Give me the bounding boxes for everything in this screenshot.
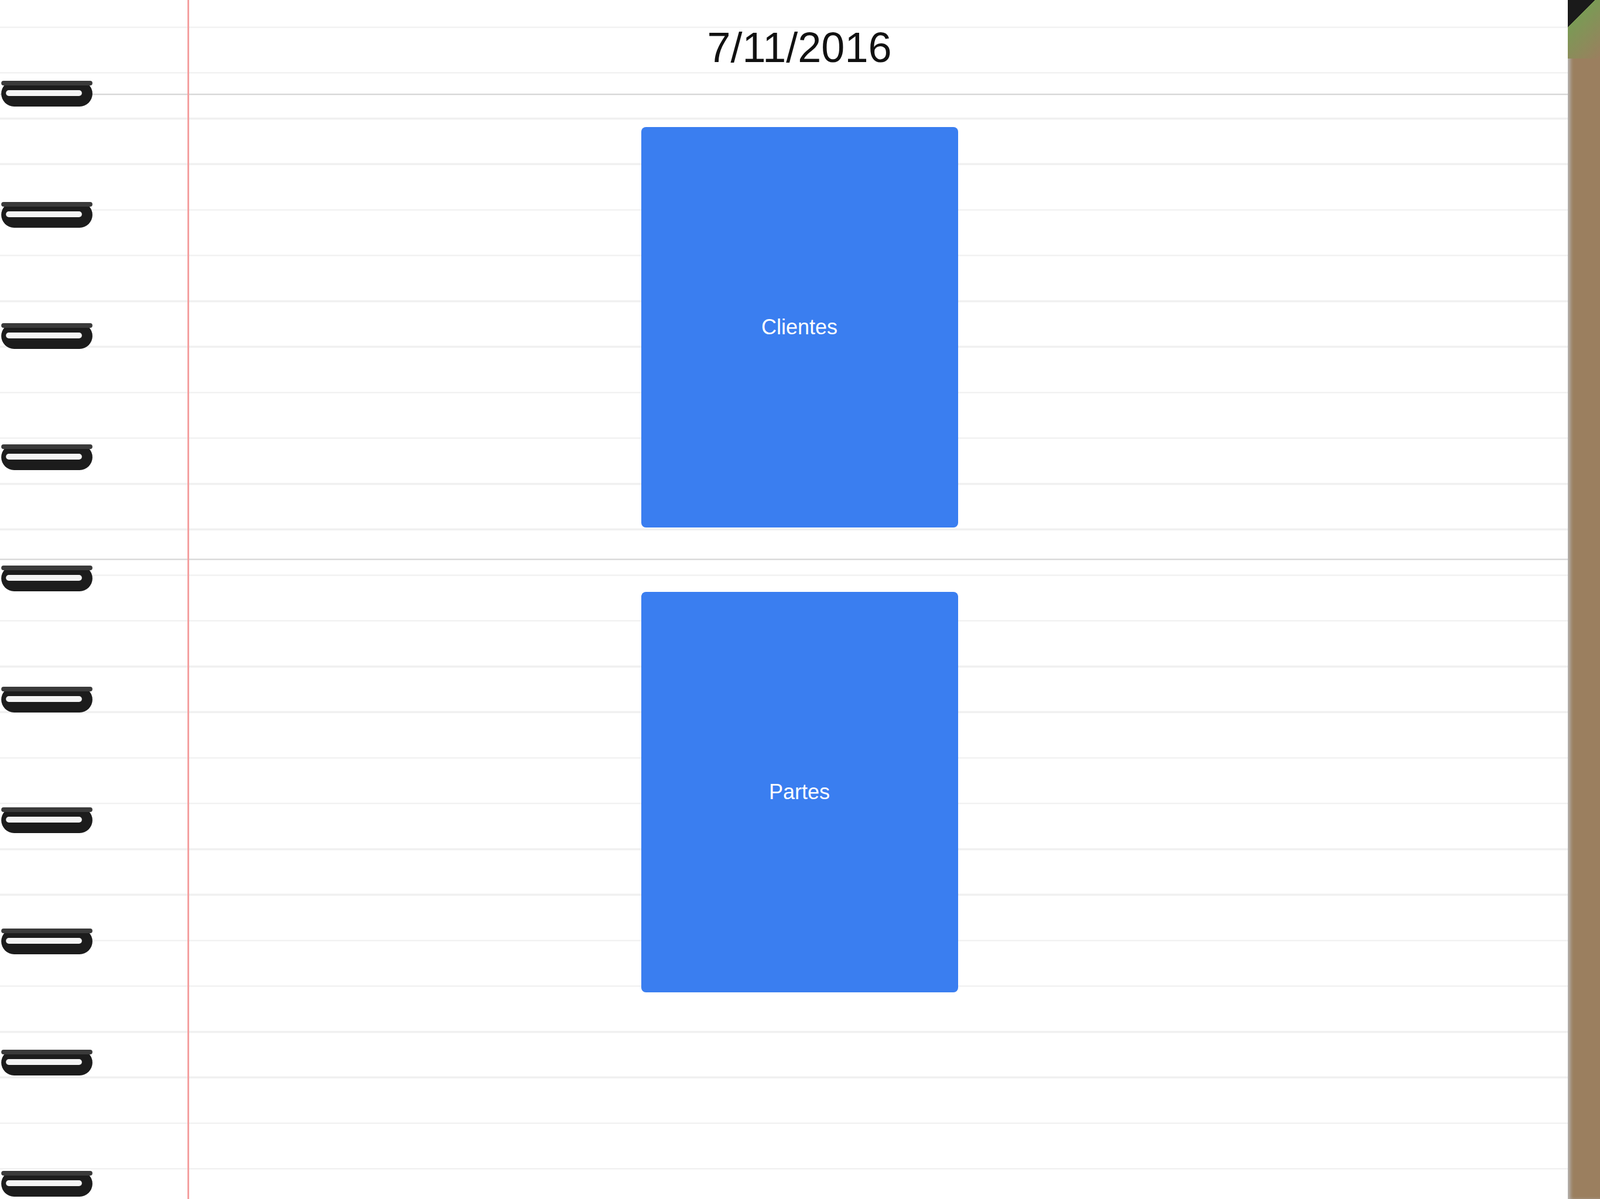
spiral-ring-icon [0,684,94,716]
notebook-edge [1567,0,1600,1199]
spiral-ring-icon [0,1168,94,1199]
edge-corner [1567,0,1600,59]
spiral-ring-icon [0,805,94,836]
spiral-ring-icon [0,926,94,957]
menu-button[interactable]: Clientes [641,127,959,528]
spiral-ring-icon [0,1047,94,1079]
margin-line [187,0,190,1199]
content: 7/11/2016 Clientes Partes [189,0,1568,1199]
paper: 7/11/2016 Clientes Partes [0,0,1568,1199]
spiral-ring-icon [0,442,94,473]
button-section: Partes [189,559,1410,1025]
spiral-ring-icon [0,199,94,231]
spiral-ring-icon [0,320,94,352]
spiral-binding [0,0,94,1199]
spiral-ring-icon [0,78,94,109]
spiral-ring-icon [0,563,94,594]
header: 7/11/2016 [189,0,1410,95]
button-section: Clientes [189,94,1410,560]
date-title: 7/11/2016 [707,23,892,72]
notebook-page: 7/11/2016 Clientes Partes [0,0,1600,1199]
menu-button[interactable]: Partes [641,592,959,993]
